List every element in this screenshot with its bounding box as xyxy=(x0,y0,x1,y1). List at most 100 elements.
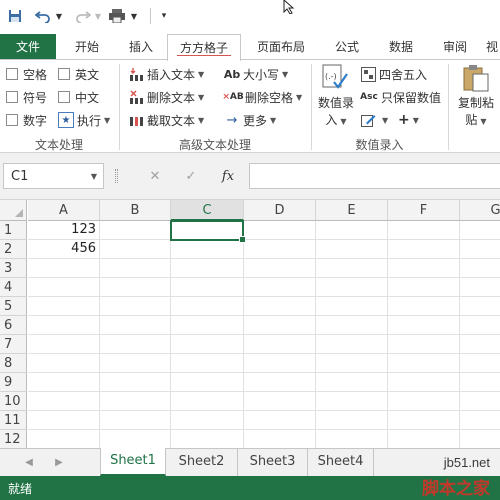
row-header-1[interactable]: 1 xyxy=(0,221,27,240)
more-button[interactable]: → 更多 ▼ xyxy=(224,110,277,130)
cell-c7[interactable] xyxy=(171,335,244,354)
printer-dropdown-icon[interactable]: ▼ xyxy=(129,6,139,26)
cell-d12[interactable] xyxy=(244,430,316,448)
cell-e3[interactable] xyxy=(316,259,388,278)
cell-b8[interactable] xyxy=(100,354,171,373)
row-header-11[interactable]: 11 xyxy=(0,411,27,430)
save-icon[interactable] xyxy=(6,6,24,26)
delete-space-button[interactable]: × AB 删除空格 ▼ xyxy=(222,87,302,107)
sheet-tab-sheet3[interactable]: Sheet3 xyxy=(238,449,308,476)
cell-d11[interactable] xyxy=(244,411,316,430)
checkbox-english[interactable]: 英文 xyxy=(58,64,99,84)
cell-d3[interactable] xyxy=(244,259,316,278)
cell-a1[interactable]: 123 xyxy=(28,221,100,240)
tab-data[interactable]: 数据 xyxy=(376,34,426,60)
cell-b10[interactable] xyxy=(100,392,171,411)
cell-d7[interactable] xyxy=(244,335,316,354)
case-button[interactable]: Ab 大小写 ▼ xyxy=(224,64,288,84)
column-header-c[interactable]: C xyxy=(171,200,244,221)
cell-g9[interactable] xyxy=(460,373,500,392)
cell-a11[interactable] xyxy=(28,411,100,430)
row-header-3[interactable]: 3 xyxy=(0,259,27,278)
data-entry-big-button[interactable]: (.-) 数值录 入 ▼ xyxy=(316,64,356,132)
cell-b4[interactable] xyxy=(100,278,171,297)
column-header-g[interactable]: G xyxy=(460,200,500,221)
cell-f2[interactable] xyxy=(388,240,460,259)
cell-a7[interactable] xyxy=(28,335,100,354)
cell-c10[interactable] xyxy=(171,392,244,411)
cell-f3[interactable] xyxy=(388,259,460,278)
customize-qat-icon[interactable]: ▾ xyxy=(158,6,170,26)
cell-c5[interactable] xyxy=(171,297,244,316)
cancel-icon[interactable]: ✕ xyxy=(142,163,168,189)
cell-f7[interactable] xyxy=(388,335,460,354)
select-all-corner[interactable] xyxy=(0,200,27,221)
cell-g4[interactable] xyxy=(460,278,500,297)
checkbox-symbol[interactable]: 符号 xyxy=(6,87,47,107)
redo-dropdown-icon[interactable]: ▼ xyxy=(93,6,103,26)
tab-formulas[interactable]: 公式 xyxy=(322,34,372,60)
cell-a5[interactable] xyxy=(28,297,100,316)
cell-a4[interactable] xyxy=(28,278,100,297)
next-sheet-icon[interactable]: ▶ xyxy=(50,455,68,471)
cell-d8[interactable] xyxy=(244,354,316,373)
cell-f10[interactable] xyxy=(388,392,460,411)
row-header-6[interactable]: 6 xyxy=(0,316,27,335)
cell-c4[interactable] xyxy=(171,278,244,297)
worksheet-grid[interactable]: A B C D E F G 1 123 2 456 3 4 5 6 7 8 9 10 11 12 xyxy=(0,200,500,448)
cell-e1[interactable] xyxy=(316,221,388,240)
cell-b12[interactable] xyxy=(100,430,171,448)
row-header-12[interactable]: 12 xyxy=(0,430,27,448)
cell-e5[interactable] xyxy=(316,297,388,316)
resize-handle[interactable] xyxy=(115,169,118,183)
cell-b6[interactable] xyxy=(100,316,171,335)
cell-g8[interactable] xyxy=(460,354,500,373)
cell-d6[interactable] xyxy=(244,316,316,335)
cell-d9[interactable] xyxy=(244,373,316,392)
cell-e8[interactable] xyxy=(316,354,388,373)
cell-g5[interactable] xyxy=(460,297,500,316)
cell-f6[interactable] xyxy=(388,316,460,335)
redo-icon[interactable] xyxy=(74,6,92,26)
cell-d2[interactable] xyxy=(244,240,316,259)
plus-button[interactable]: + ▼ xyxy=(398,110,419,130)
keep-values-button[interactable]: Asc 只保留数值 xyxy=(360,87,441,107)
column-header-e[interactable]: E xyxy=(316,200,388,221)
row-header-2[interactable]: 2 xyxy=(0,240,27,259)
cell-c6[interactable] xyxy=(171,316,244,335)
column-header-d[interactable]: D xyxy=(244,200,316,221)
cell-g2[interactable] xyxy=(460,240,500,259)
row-header-8[interactable]: 8 xyxy=(0,354,27,373)
cell-e9[interactable] xyxy=(316,373,388,392)
tab-home[interactable]: 开始 xyxy=(62,34,112,60)
cell-d4[interactable] xyxy=(244,278,316,297)
checkbox-chinese[interactable]: 中文 xyxy=(58,87,99,107)
tab-file[interactable]: 文件 xyxy=(0,34,56,60)
formula-input[interactable] xyxy=(249,163,500,189)
cell-b2[interactable] xyxy=(100,240,171,259)
cell-f4[interactable] xyxy=(388,278,460,297)
cell-a3[interactable] xyxy=(28,259,100,278)
cell-f1[interactable] xyxy=(388,221,460,240)
cell-b7[interactable] xyxy=(100,335,171,354)
cell-f9[interactable] xyxy=(388,373,460,392)
cell-a12[interactable] xyxy=(28,430,100,448)
cell-g1[interactable] xyxy=(460,221,500,240)
undo-icon[interactable] xyxy=(34,6,52,26)
enter-icon[interactable]: ✓ xyxy=(178,163,204,189)
sheet-tab-sheet4[interactable]: Sheet4 xyxy=(308,449,374,476)
row-header-5[interactable]: 5 xyxy=(0,297,27,316)
cell-e2[interactable] xyxy=(316,240,388,259)
cell-c12[interactable] xyxy=(171,430,244,448)
cell-f8[interactable] xyxy=(388,354,460,373)
insert-text-button[interactable]: 插入文本 ▼ xyxy=(128,64,204,84)
row-header-10[interactable]: 10 xyxy=(0,392,27,411)
cell-g11[interactable] xyxy=(460,411,500,430)
delete-text-button[interactable]: 删除文本 ▼ xyxy=(128,87,204,107)
edit-button[interactable]: ▼ xyxy=(360,110,388,130)
insert-function-icon[interactable]: fx xyxy=(213,163,243,189)
cell-g12[interactable] xyxy=(460,430,500,448)
cell-a2[interactable]: 456 xyxy=(28,240,100,259)
cell-d5[interactable] xyxy=(244,297,316,316)
cell-b3[interactable] xyxy=(100,259,171,278)
